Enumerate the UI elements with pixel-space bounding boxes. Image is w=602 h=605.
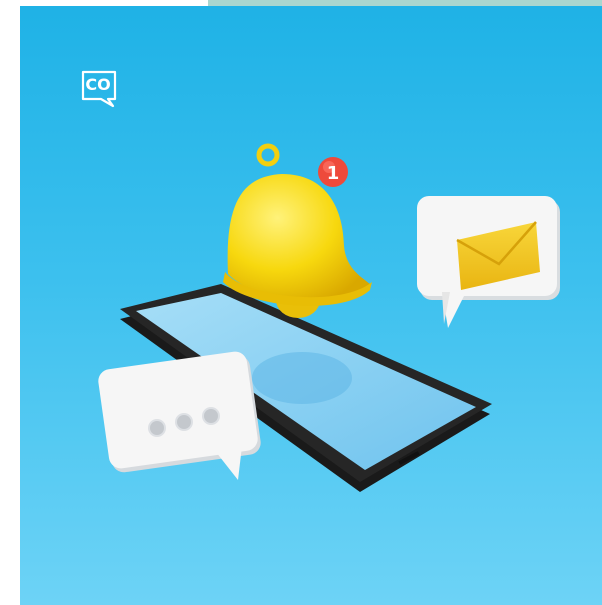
badge-count: 1 — [327, 163, 340, 184]
hero-illustration: 1 CO — [20, 6, 602, 605]
logo-text: CO — [85, 75, 111, 94]
email-bubble — [417, 196, 560, 328]
brand-logo: CO — [80, 69, 120, 109]
notification-badge: 1 — [318, 157, 348, 187]
bell-icon — [223, 143, 372, 318]
message-bubble-icon — [98, 351, 261, 480]
